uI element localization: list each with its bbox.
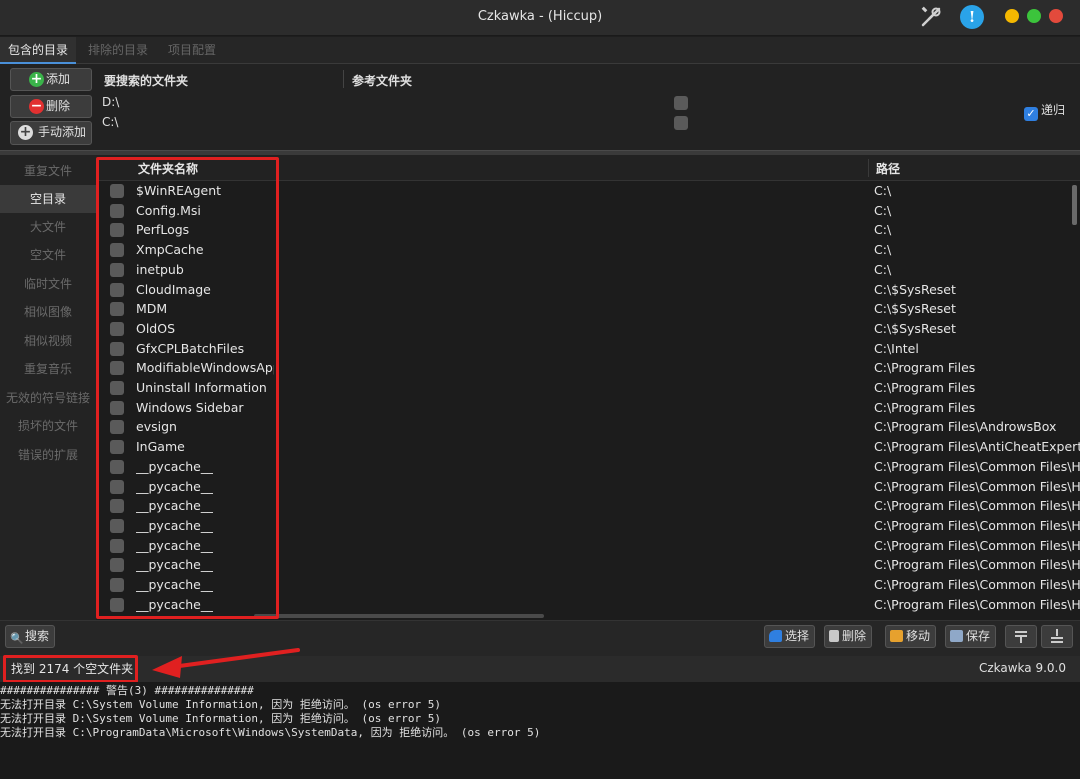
path-cell: C:\Intel <box>874 340 919 356</box>
symlink-button[interactable] <box>1041 625 1073 648</box>
trash-icon <box>829 630 839 642</box>
check-icon: ✓ <box>1024 107 1038 121</box>
stack-icon <box>1051 629 1063 643</box>
settings-tabs: 包含的目录 排除的目录 项目配置 <box>0 37 1080 64</box>
path-cell: C:\Program Files <box>874 399 976 415</box>
column-divider <box>343 70 344 88</box>
move-button[interactable]: 移动 <box>885 625 937 648</box>
select-button-label: 选择 <box>785 629 810 643</box>
path-cell: C:\Program Files\Common Files\HFC <box>874 458 1080 474</box>
add-dir-button[interactable]: + 添加 <box>10 68 92 91</box>
path-cell: C:\ <box>874 202 892 218</box>
folder-icon <box>890 630 903 642</box>
path-cell: C:\ <box>874 261 892 277</box>
ref-dirs-header: 参考文件夹 <box>352 74 413 88</box>
save-button-label: 保存 <box>966 629 991 643</box>
path-cell: C:\Program Files <box>874 380 976 395</box>
close-button[interactable] <box>1049 9 1063 23</box>
tab-item-config[interactable]: 项目配置 <box>160 37 224 64</box>
title-bar: Czkawka - (Hiccup) ! <box>0 0 1080 36</box>
path-cell: C:\$SysReset <box>874 281 956 297</box>
select-icon <box>769 630 782 642</box>
sidebar-item-similar-videos[interactable]: 相似视频 <box>0 327 96 355</box>
manual-add-label: 手动添加 <box>37 125 86 139</box>
select-button[interactable]: 选择 <box>764 625 816 648</box>
path-cell: C:\Program Files\Common Files\HFC <box>874 478 1080 494</box>
tab-excluded-dirs[interactable]: 排除的目录 <box>80 37 156 64</box>
sidebar-item-big-files[interactable]: 大文件 <box>0 213 96 241</box>
path-cell: C:\Program Files\Common Files\HFC <box>874 498 1080 514</box>
column-divider <box>868 159 869 177</box>
delete-button-label: 删除 <box>842 629 867 643</box>
tools-icon[interactable] <box>919 5 943 29</box>
path-cell: C:\Program Files\Common Files\HFC <box>874 577 1080 592</box>
manual-add-button[interactable]: + 手动添加 <box>10 121 92 145</box>
sidebar-item-empty-files[interactable]: 空文件 <box>0 241 96 269</box>
maximize-button[interactable] <box>1027 9 1041 23</box>
path-cell: C:\Program Files\AntiCheatExpert <box>874 439 1080 455</box>
path-cell: C:\ <box>874 222 892 238</box>
path-cell: C:\Program Files\AndrowsBox <box>874 419 1057 435</box>
sort-button[interactable] <box>1005 625 1037 648</box>
log-line: 无法打开目录 D:\System Volume Information, 因为 … <box>0 712 442 725</box>
sidebar-item-broken-files[interactable]: 损坏的文件 <box>0 412 96 440</box>
vertical-scrollbar[interactable] <box>1072 185 1077 225</box>
reference-checkbox[interactable] <box>674 116 688 130</box>
search-icon: 🔍 <box>10 632 24 645</box>
sidebar-item-duplicate-files[interactable]: 重复文件 <box>0 157 96 185</box>
annotation-highlight-box <box>96 157 279 619</box>
sidebar-item-temp-files[interactable]: 临时文件 <box>0 270 96 298</box>
plus-icon: + <box>29 71 44 87</box>
remove-dir-label: 删除 <box>45 99 70 113</box>
path-cell: C:\Program Files\Common Files\HFC <box>874 537 1080 553</box>
save-icon <box>950 630 963 642</box>
annotation-arrow-icon <box>152 648 300 678</box>
path-column-header[interactable]: 路径 <box>876 160 900 177</box>
search-button-label: 搜索 <box>25 629 50 643</box>
plus-icon: + <box>18 124 33 140</box>
directory-panel: + 添加 − 删除 + 手动添加 要搜索的文件夹 参考文件夹 D:\ C:\ <box>0 64 1080 150</box>
add-dir-label: 添加 <box>45 72 70 86</box>
sidebar-item-duplicate-music[interactable]: 重复音乐 <box>0 355 96 383</box>
delete-button[interactable]: 删除 <box>824 625 873 648</box>
dir-row[interactable]: C:\ <box>102 115 118 129</box>
log-output: ############### 警告(3) ############### 无法… <box>0 682 1080 779</box>
app-version: Czkawka 9.0.0 <box>978 661 1066 675</box>
window-title: Czkawka - (Hiccup) <box>477 9 603 24</box>
recursive-toggle[interactable]: ✓ 递归 <box>1024 101 1065 121</box>
remove-dir-button[interactable]: − 删除 <box>10 95 92 118</box>
sort-icon <box>1015 631 1027 643</box>
log-line: 无法打开目录 C:\ProgramData\Microsoft\Windows\… <box>0 726 541 739</box>
log-line: ############### 警告(3) ############### <box>0 684 254 697</box>
path-cell: C:\$SysReset <box>874 320 956 336</box>
sidebar-item-bad-extensions[interactable]: 错误的扩展 <box>0 441 96 469</box>
minus-icon: − <box>29 98 44 114</box>
sidebar-item-invalid-symlinks[interactable]: 无效的符号链接 <box>0 384 96 412</box>
search-dirs-header: 要搜索的文件夹 <box>104 74 189 88</box>
path-cell: C:\$SysReset <box>874 301 956 317</box>
tool-sidebar: 重复文件 空目录 大文件 空文件 临时文件 相似图像 相似视频 重复音乐 无效的… <box>0 155 96 620</box>
dir-row[interactable]: D:\ <box>102 95 119 109</box>
move-button-label: 移动 <box>906 629 931 643</box>
reference-checkbox[interactable] <box>674 96 688 110</box>
path-cell: C:\ <box>874 242 892 258</box>
search-button[interactable]: 🔍搜索 <box>5 625 56 648</box>
horizontal-scrollbar[interactable] <box>254 614 544 618</box>
path-cell: C:\ <box>874 183 892 198</box>
path-cell: C:\Program Files <box>874 360 976 376</box>
about-icon[interactable]: ! <box>960 5 984 29</box>
sidebar-item-similar-images[interactable]: 相似图像 <box>0 298 96 326</box>
path-cell: C:\Program Files\Common Files\HFC <box>874 557 1080 573</box>
annotation-highlight-box <box>3 655 138 683</box>
path-cell: C:\Program Files\Common Files\HFC <box>874 517 1080 533</box>
minimize-button[interactable] <box>1005 9 1019 23</box>
save-button[interactable]: 保存 <box>945 625 997 648</box>
sidebar-item-empty-dirs[interactable]: 空目录 <box>0 185 96 213</box>
log-line: 无法打开目录 C:\System Volume Information, 因为 … <box>0 698 442 711</box>
recursive-label: 递归 <box>1041 103 1066 117</box>
path-cell: C:\Program Files\Common Files\HFC <box>874 596 1080 612</box>
tab-included-dirs[interactable]: 包含的目录 <box>0 37 77 64</box>
